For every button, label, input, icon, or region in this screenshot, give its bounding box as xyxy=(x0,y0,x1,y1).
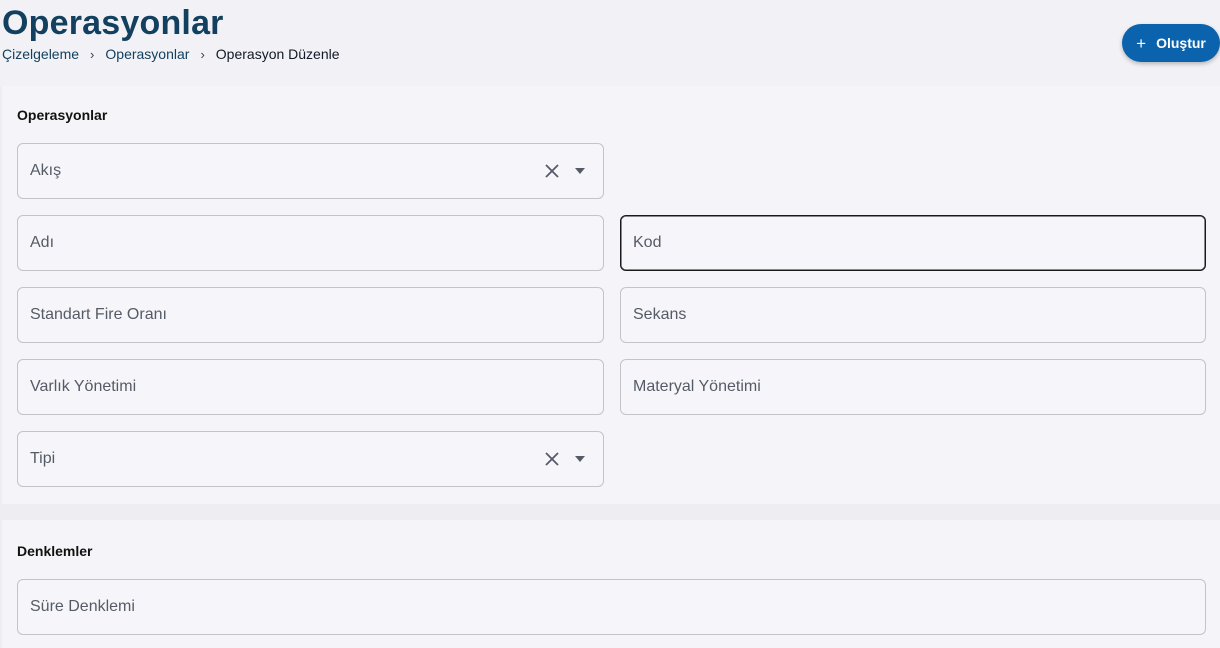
create-button[interactable]: + Oluştur xyxy=(1122,24,1220,62)
page-title: Operasyonlar xyxy=(2,4,224,42)
duration-equation-field[interactable]: Süre Denklemi xyxy=(17,579,1206,635)
section-title-operations: Operasyonlar xyxy=(17,107,108,123)
section-title-equations: Denklemler xyxy=(17,543,93,559)
breadcrumb-item-current: Operasyon Düzenle xyxy=(215,46,340,62)
plus-icon: + xyxy=(1136,33,1147,53)
code-field-label: Kod xyxy=(633,234,662,251)
breadcrumb-item-operations[interactable]: Operasyonlar xyxy=(105,46,189,62)
asset-management-field[interactable]: Varlık Yönetimi xyxy=(17,359,604,415)
caret-down-icon[interactable] xyxy=(569,448,591,470)
sequence-field[interactable]: Sekans xyxy=(620,287,1206,343)
scrap-rate-field-label: Standart Fire Oranı xyxy=(30,306,167,323)
breadcrumb-separator: › xyxy=(200,46,205,62)
name-field-label: Adı xyxy=(30,234,55,251)
close-icon[interactable] xyxy=(541,160,563,182)
page-header: Operasyonlar Çizelgeleme › Operasyonlar … xyxy=(0,0,1220,86)
code-field[interactable]: Kod xyxy=(620,215,1206,271)
flow-select-actions xyxy=(541,144,591,198)
material-management-field-label: Materyal Yönetimi xyxy=(633,378,761,395)
breadcrumb-separator: › xyxy=(90,46,95,62)
operations-card: Operasyonlar Akış Adı Kod Standart Fire … xyxy=(2,86,1220,504)
name-field[interactable]: Adı xyxy=(17,215,604,271)
material-management-field[interactable]: Materyal Yönetimi xyxy=(620,359,1206,415)
caret-down-icon[interactable] xyxy=(569,160,591,182)
type-select-label: Tipi xyxy=(30,450,56,467)
breadcrumb: Çizelgeleme › Operasyonlar › Operasyon D… xyxy=(2,46,340,62)
duration-equation-field-label: Süre Denklemi xyxy=(30,598,135,615)
flow-select-label: Akış xyxy=(30,162,62,179)
breadcrumb-item-scheduling[interactable]: Çizelgeleme xyxy=(2,46,79,62)
type-select[interactable]: Tipi xyxy=(17,431,604,487)
create-button-label: Oluştur xyxy=(1156,35,1206,51)
flow-select[interactable]: Akış xyxy=(17,143,604,199)
scrap-rate-field[interactable]: Standart Fire Oranı xyxy=(17,287,604,343)
type-select-actions xyxy=(541,432,591,486)
close-icon[interactable] xyxy=(541,448,563,470)
sequence-field-label: Sekans xyxy=(633,306,687,323)
asset-management-field-label: Varlık Yönetimi xyxy=(30,378,137,395)
equations-card: Denklemler Süre Denklemi xyxy=(2,520,1220,648)
